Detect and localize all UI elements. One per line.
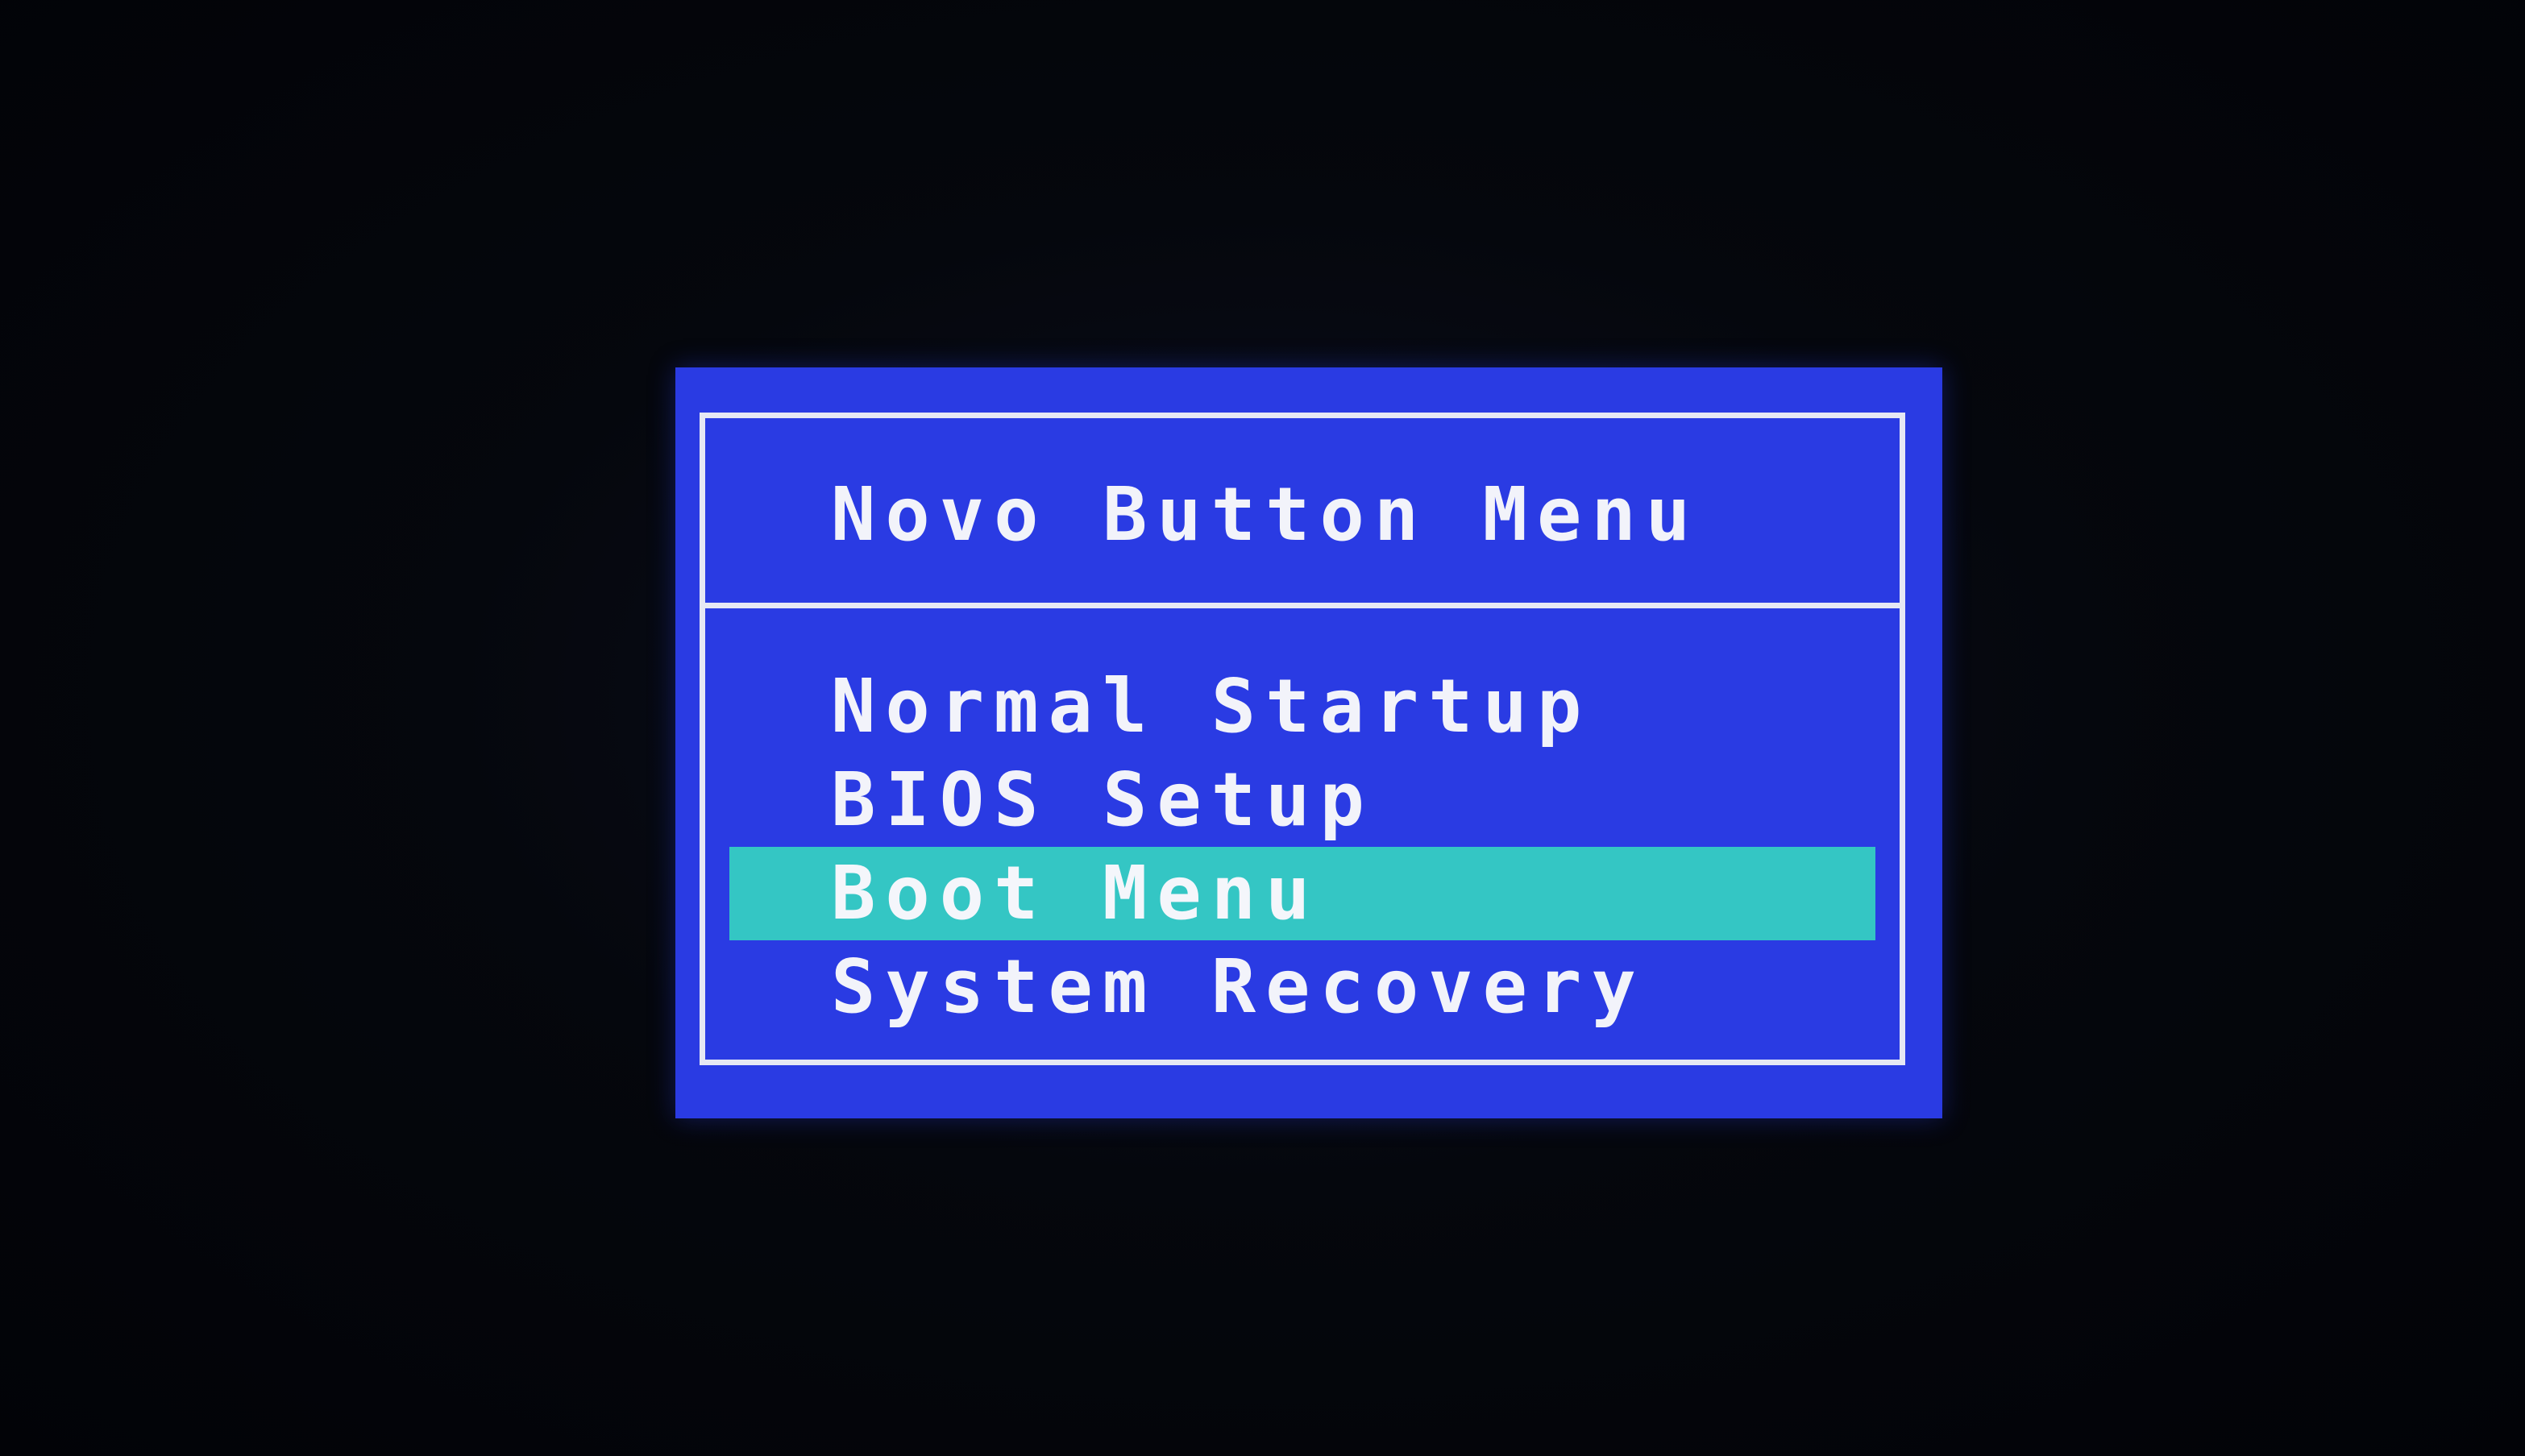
boot-options-menu: Normal Startup BIOS Setup Boot Menu Syst… — [705, 660, 1900, 1034]
dialog-title: Novo Button Menu — [831, 471, 1701, 558]
menu-item-boot-menu[interactable]: Boot Menu — [729, 847, 1875, 940]
menu-item-system-recovery[interactable]: System Recovery — [729, 940, 1875, 1034]
novo-button-menu-dialog: Novo Button Menu Normal Startup BIOS Set… — [675, 367, 1942, 1118]
menu-item-bios-setup[interactable]: BIOS Setup — [729, 753, 1875, 847]
dialog-header: Novo Button Menu — [705, 418, 1900, 608]
dialog-frame: Novo Button Menu Normal Startup BIOS Set… — [700, 413, 1905, 1065]
menu-item-normal-startup[interactable]: Normal Startup — [729, 660, 1875, 753]
